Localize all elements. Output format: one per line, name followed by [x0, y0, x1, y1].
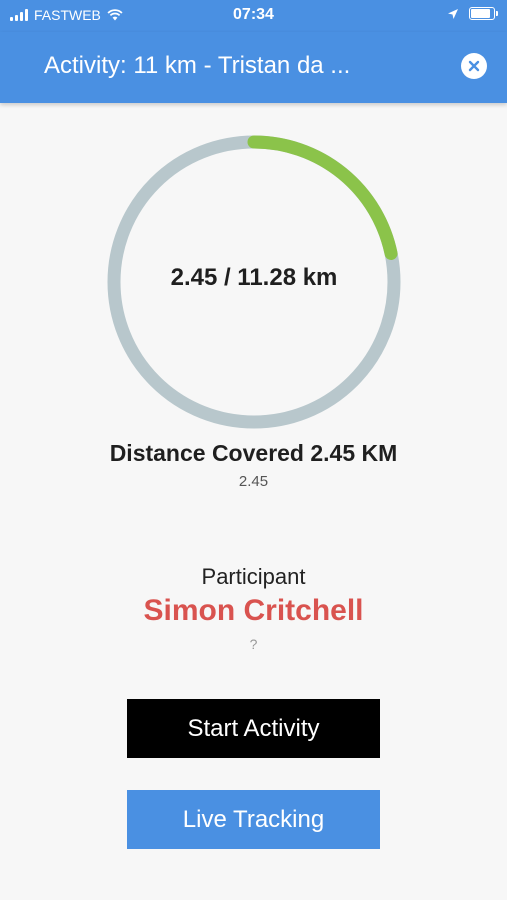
page-title: Activity: 11 km - Tristan da ... — [44, 52, 351, 79]
battery-level — [471, 9, 490, 18]
progress-ring-label: 2.45 / 11.28 km — [170, 264, 338, 291]
participant-label: Participant — [201, 564, 306, 589]
battery-icon — [469, 7, 498, 20]
close-icon — [468, 60, 480, 72]
distance-covered-title: Distance Covered 2.45 KM — [109, 440, 398, 466]
status-bar: FASTWEB 07:34 — [0, 0, 507, 32]
live-tracking-label: Live Tracking — [182, 805, 325, 833]
distance-covered-value: 2.45 — [238, 473, 269, 490]
start-activity-button[interactable]: Start Activity — [127, 699, 380, 758]
start-activity-label: Start Activity — [187, 714, 320, 742]
close-button[interactable] — [461, 53, 487, 79]
status-time: 07:34 — [233, 6, 274, 23]
live-tracking-button[interactable]: Live Tracking — [127, 790, 380, 849]
participant-name: Simon Critchell — [143, 594, 364, 627]
participant-extra: ? — [249, 636, 258, 652]
app-bar: Activity: 11 km - Tristan da ... — [0, 32, 507, 103]
location-arrow-icon — [448, 8, 458, 19]
status-right — [447, 7, 498, 20]
